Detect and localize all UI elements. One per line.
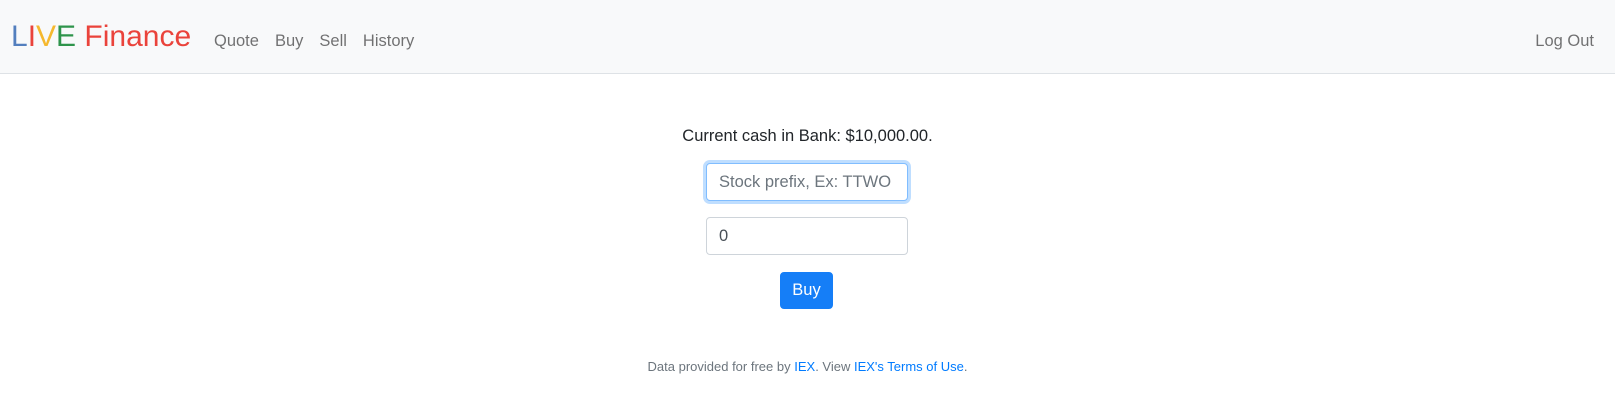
shares-quantity-input[interactable] — [706, 217, 908, 255]
logout-link[interactable]: Log Out — [1535, 27, 1594, 55]
footer-suffix: . — [963, 359, 968, 374]
iex-link[interactable]: IEX — [794, 359, 815, 374]
brand-letter-e: E — [56, 20, 77, 53]
buy-button[interactable]: Buy — [780, 272, 833, 309]
nav-item-history[interactable]: History — [363, 27, 414, 55]
footer-prefix: Data provided for free by — [647, 359, 795, 374]
nav-links: Quote Buy Sell History — [214, 27, 414, 55]
nav-item-buy[interactable]: Buy — [275, 27, 303, 55]
brand-letter-l: L — [11, 20, 28, 53]
brand-letter-i: I — [27, 20, 37, 53]
iex-terms-link[interactable]: IEX's Terms of Use — [854, 359, 964, 374]
brand-word-finance: Finance — [76, 20, 192, 53]
nav-item-sell[interactable]: Sell — [319, 27, 347, 55]
brand-letter-v: V — [36, 20, 57, 53]
stock-symbol-input[interactable] — [706, 163, 908, 201]
footer-middle: . View — [815, 359, 854, 374]
cash-balance-text: Current cash in Bank: $10,000.00. — [682, 127, 933, 145]
nav-item-quote[interactable]: Quote — [214, 27, 259, 55]
footer-attribution: Data provided for free by IEX. View IEX'… — [0, 357, 1615, 377]
brand-logo[interactable]: LIVE Finance — [11, 17, 191, 57]
navbar: LIVE Finance Quote Buy Sell History Log … — [0, 0, 1615, 74]
